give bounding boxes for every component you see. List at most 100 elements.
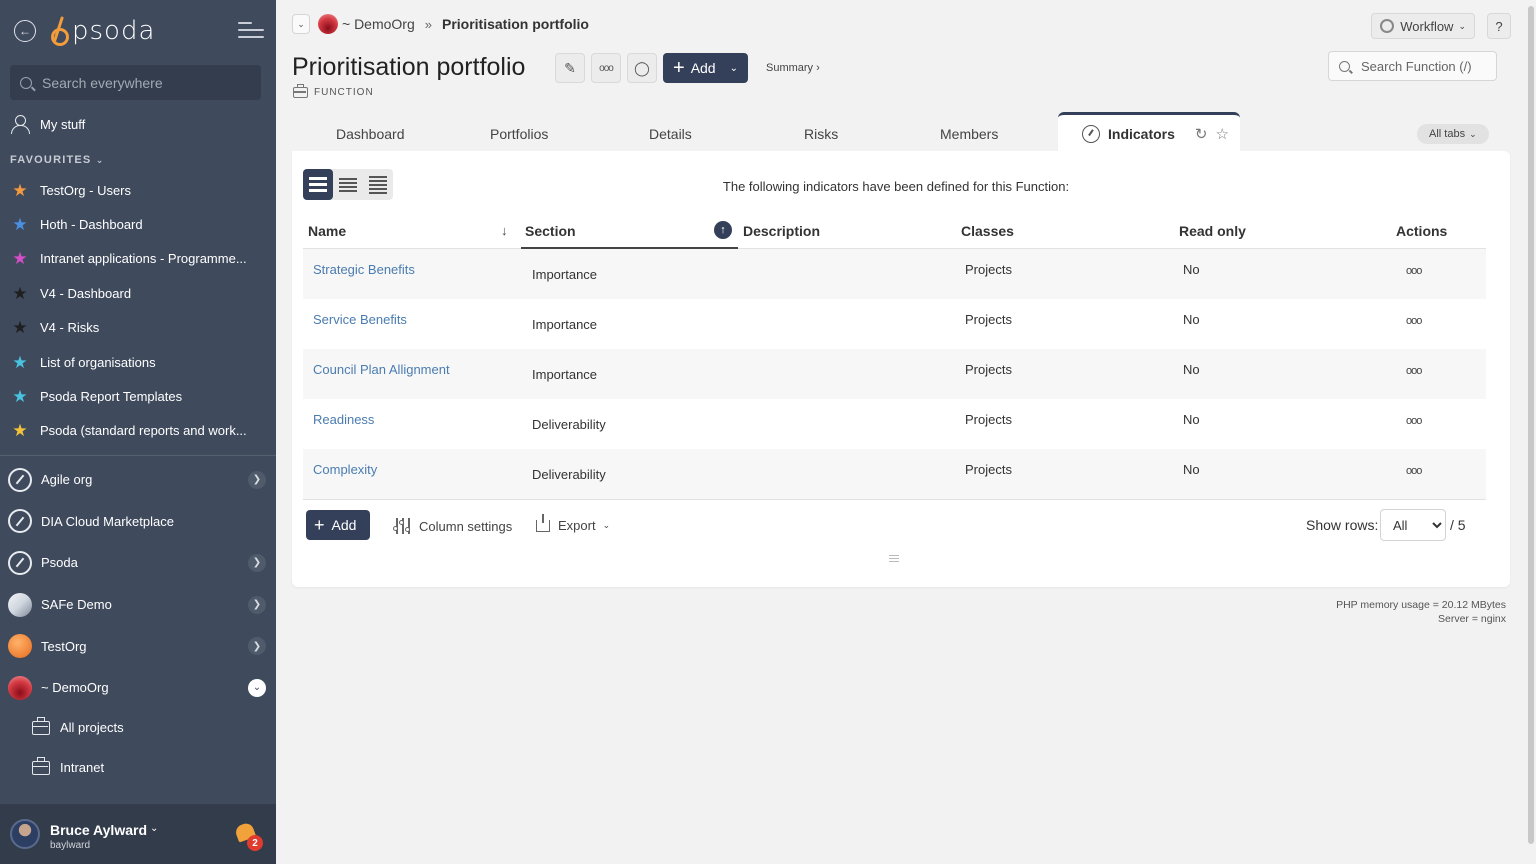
help-button[interactable]: ? xyxy=(1487,13,1511,39)
chevron-down-icon: ⌄ xyxy=(729,62,738,74)
function-search[interactable] xyxy=(1328,51,1497,81)
refresh-icon[interactable]: ↻ xyxy=(1195,125,1208,143)
indicator-section: Deliverability xyxy=(532,417,606,432)
sort-arrow-up-icon[interactable]: ↑ xyxy=(714,221,732,239)
row-actions-icon[interactable]: ooo xyxy=(1406,465,1422,477)
org-logo-icon xyxy=(8,467,32,492)
sort-arrow-down-icon[interactable]: ↓ xyxy=(501,223,508,238)
search-icon xyxy=(1339,60,1350,72)
column-header-read-only[interactable]: Read only xyxy=(1179,223,1246,239)
sidebar-header: ← psoda xyxy=(0,0,276,62)
indicators-intro: The following indicators have been defin… xyxy=(722,179,1070,194)
column-settings-button[interactable]: Column settings xyxy=(393,518,512,534)
indicator-section: Deliverability xyxy=(532,467,606,482)
row-actions-icon[interactable]: ooo xyxy=(1406,315,1422,327)
org-label: Agile org xyxy=(41,472,93,488)
add-indicator-button[interactable]: + Add xyxy=(306,510,371,540)
favourite-item[interactable]: ★ List of organisations xyxy=(10,345,270,379)
psoda-logo[interactable]: psoda xyxy=(50,14,155,48)
tab-portfolios[interactable]: Portfolios xyxy=(490,126,548,142)
function-search-input[interactable] xyxy=(1361,58,1491,74)
column-header-name[interactable]: Name xyxy=(308,223,346,239)
org-item-psoda[interactable]: Psoda ❯ xyxy=(8,542,270,584)
chevron-right-icon[interactable]: ❯ xyxy=(248,637,266,656)
table-header: Name ↓ Section ↑ Description Classes Rea… xyxy=(303,213,1486,249)
all-tabs-button[interactable]: All tabs ⌄ xyxy=(1417,124,1489,144)
org-item-safe[interactable]: SAFe Demo ❯ xyxy=(8,584,270,626)
org-logo-icon xyxy=(8,634,32,659)
collapse-menu-icon[interactable] xyxy=(238,22,264,40)
org-item-agile[interactable]: Agile org ❯ xyxy=(8,459,270,501)
organisation-list: Agile org ❯ DIA Cloud Marketplace Psoda ❯ … xyxy=(8,459,270,709)
edit-button[interactable]: ✎ xyxy=(555,53,585,83)
page-title: Prioritisation portfolio xyxy=(292,53,526,81)
star-icon: ★ xyxy=(12,249,28,269)
indicator-classes: Projects xyxy=(965,362,1012,377)
export-button[interactable]: Export ⌄ xyxy=(536,513,611,533)
indicator-name-link[interactable]: Strategic Benefits xyxy=(313,262,415,277)
sidebar-item-intranet[interactable]: Intranet xyxy=(32,756,104,775)
favourite-item[interactable]: ★ V4 - Dashboard xyxy=(10,276,270,310)
back-icon[interactable]: ← xyxy=(14,20,36,42)
indicator-read-only: No xyxy=(1183,312,1200,327)
chevron-down-icon[interactable]: ⌄ xyxy=(150,823,158,834)
tag-button[interactable]: ◯ xyxy=(627,53,657,83)
scrollbar-thumb[interactable] xyxy=(1528,6,1534,844)
star-icon: ★ xyxy=(12,180,28,200)
my-stuff-link[interactable]: My stuff xyxy=(10,114,85,134)
column-header-classes[interactable]: Classes xyxy=(961,223,1014,239)
chevron-down-icon: ⌄ xyxy=(602,520,611,530)
favourite-item[interactable]: ★ TestOrg - Users xyxy=(10,173,270,207)
tab-details[interactable]: Details xyxy=(649,126,692,142)
breadcrumb-org[interactable]: ~ DemoOrg xyxy=(342,16,415,32)
more-button[interactable]: ooo xyxy=(591,53,621,83)
star-icon: ★ xyxy=(12,215,28,235)
column-header-actions: Actions xyxy=(1396,223,1448,239)
summary-link[interactable]: Summary › xyxy=(766,62,820,74)
favourite-item[interactable]: ★ V4 - Risks xyxy=(10,311,270,345)
add-button[interactable]: + Add ⌄ xyxy=(663,53,748,83)
chevron-right-icon[interactable]: ❯ xyxy=(248,553,266,572)
indicator-section: Importance xyxy=(532,267,598,282)
indicator-name-link[interactable]: Readiness xyxy=(313,412,374,427)
breadcrumb-dropdown-button[interactable]: ⌄ xyxy=(292,14,310,34)
sidebar: ← psoda My stuff FAVOURITES ⌄ ★ TestOrg -… xyxy=(0,0,276,864)
org-item-demoorg[interactable]: ~ DemoOrg ⌄ xyxy=(8,667,270,709)
chevron-right-icon[interactable]: ❯ xyxy=(248,470,266,489)
sidebar-item-all-projects[interactable]: All projects xyxy=(32,716,124,735)
chevron-down-icon: ⌄ xyxy=(1458,20,1466,31)
column-header-section[interactable]: Section xyxy=(525,223,576,239)
favourite-item[interactable]: ★ Psoda (standard reports and work... xyxy=(10,414,270,448)
favourite-item[interactable]: ★ Intranet applications - Programme... xyxy=(10,242,270,276)
row-actions-icon[interactable]: ooo xyxy=(1406,365,1422,377)
show-rows-select[interactable]: All xyxy=(1380,509,1446,541)
favourites-heading[interactable]: FAVOURITES ⌄ xyxy=(10,154,105,166)
resize-handle-icon[interactable] xyxy=(889,555,899,564)
row-actions-icon[interactable]: ooo xyxy=(1406,415,1422,427)
workflow-button[interactable]: Workflow ⌄ xyxy=(1371,13,1475,39)
org-item-testorg[interactable]: TestOrg ❯ xyxy=(8,625,270,667)
star-outline-icon[interactable]: ☆ xyxy=(1215,125,1228,143)
favourite-item[interactable]: ★ Psoda Report Templates xyxy=(10,379,270,413)
tab-members[interactable]: Members xyxy=(940,126,998,142)
column-header-description[interactable]: Description xyxy=(743,223,820,239)
chevron-right-icon[interactable]: ❯ xyxy=(248,595,266,614)
indicator-name-link[interactable]: Council Plan Allignment xyxy=(313,362,450,377)
row-actions-icon[interactable]: ooo xyxy=(1406,265,1422,277)
indicator-name-link[interactable]: Complexity xyxy=(313,462,377,477)
global-search-input[interactable] xyxy=(42,74,252,91)
tab-dashboard[interactable]: Dashboard xyxy=(336,126,405,142)
global-search[interactable] xyxy=(10,65,261,100)
table-body: Strategic Benefits Importance Projects N… xyxy=(303,249,1486,499)
briefcase-icon xyxy=(32,756,50,775)
indicator-name-link[interactable]: Service Benefits xyxy=(313,312,407,327)
tab-risks[interactable]: Risks xyxy=(804,126,838,142)
tab-indicators[interactable]: Indicators ↻ ☆ xyxy=(1058,112,1240,152)
org-label: SAFe Demo xyxy=(41,597,112,613)
org-item-dia[interactable]: DIA Cloud Marketplace xyxy=(8,501,270,543)
user-menu[interactable]: Bruce Aylward ⌄ baylward 2 xyxy=(0,804,276,864)
indicator-read-only: No xyxy=(1183,412,1200,427)
favourite-label: Psoda (standard reports and work... xyxy=(40,423,247,439)
favourite-item[interactable]: ★ Hoth - Dashboard xyxy=(10,207,270,241)
chevron-down-icon[interactable]: ⌄ xyxy=(248,678,266,697)
